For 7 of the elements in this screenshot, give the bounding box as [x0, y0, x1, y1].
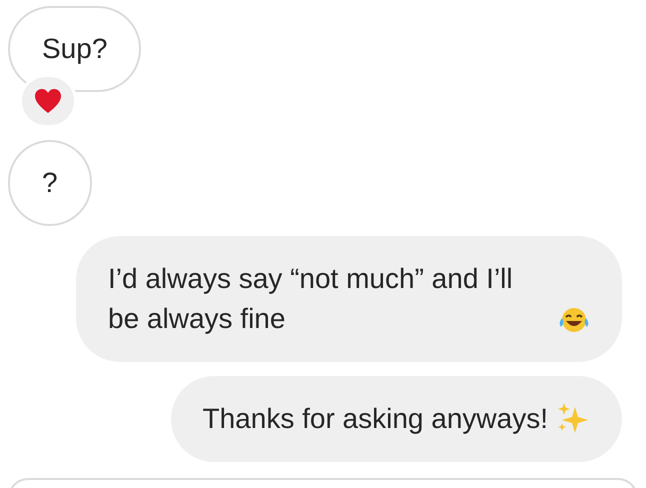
message-text: I’d always say “not much” and I’ll be always fine — [108, 262, 514, 336]
message-text: Sup? — [42, 32, 108, 66]
message-text: Thanks for asking anyways! — [202, 402, 548, 436]
message-text: ? — [42, 166, 58, 200]
sparkles-icon — [556, 401, 590, 435]
laughing-face-icon — [558, 305, 590, 335]
heart-icon — [34, 88, 62, 114]
